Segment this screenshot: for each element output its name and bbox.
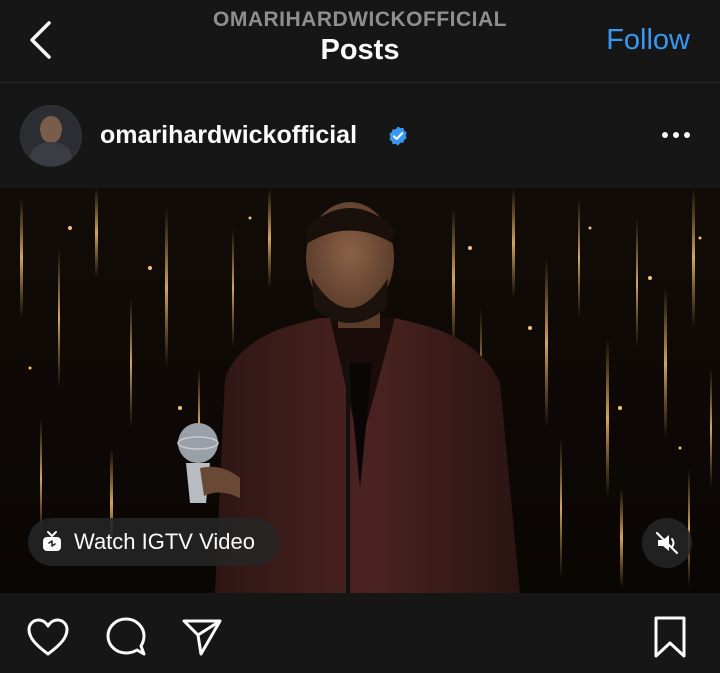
watch-igtv-label: Watch IGTV Video [74,529,255,554]
top-nav-bar: OMARIHARDWICKOFFICIAL Posts Follow [0,0,720,83]
avatar[interactable] [20,105,82,167]
send-icon [182,619,222,656]
avatar-head [40,116,62,142]
save-button[interactable] [646,613,694,661]
bookmark-icon [654,616,686,658]
avatar-body [30,142,72,166]
speaker-muted-icon [655,531,679,555]
post-header: omarihardwickofficial [0,83,720,188]
post-video[interactable]: Watch IGTV Video [0,188,720,593]
like-button[interactable] [24,613,72,661]
ellipsis-icon [662,132,690,138]
post-username[interactable]: omarihardwickofficial [100,121,357,150]
comment-button[interactable] [102,613,150,661]
more-options-button[interactable] [656,115,696,155]
igtv-icon [43,531,61,551]
mute-toggle-button[interactable] [642,518,692,568]
watch-igtv-button[interactable]: Watch IGTV Video [28,518,279,566]
heart-icon [27,618,69,656]
follow-button[interactable]: Follow [606,24,690,57]
instagram-post-screen: OMARIHARDWICKOFFICIAL Posts Follow omari… [0,0,720,673]
comment-icon [106,617,146,656]
verified-badge-icon [389,126,407,146]
post-action-bar [0,593,720,673]
share-button[interactable] [178,613,226,661]
